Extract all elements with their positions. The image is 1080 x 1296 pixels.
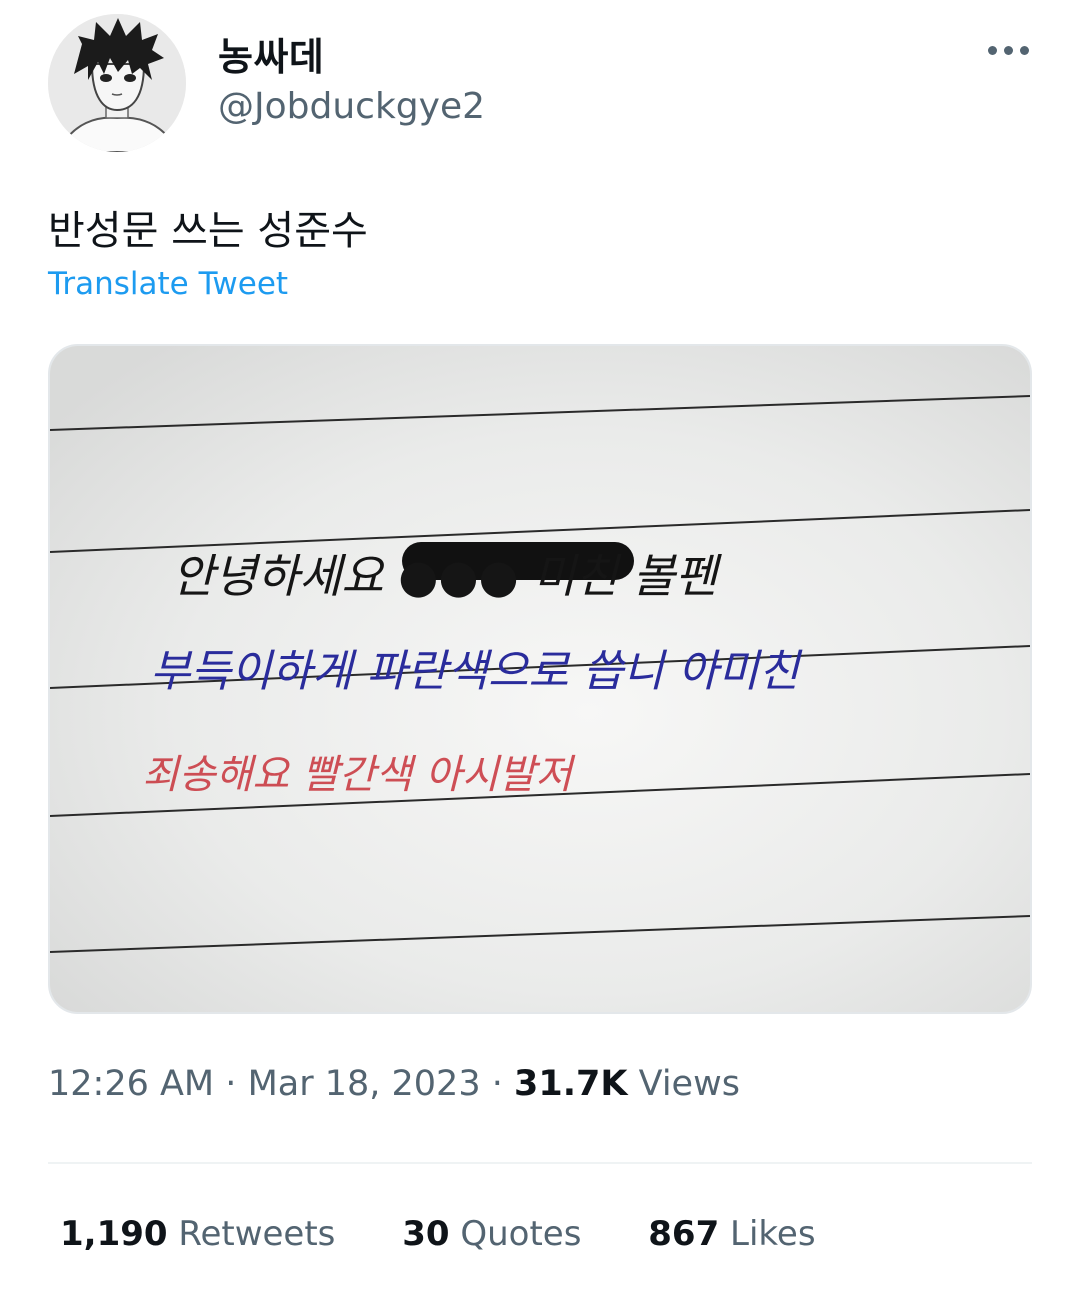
likes-count: 867 (648, 1214, 720, 1254)
meta-separator: · (491, 1064, 503, 1104)
quotes-count: 30 (402, 1214, 450, 1254)
anime-character-avatar-icon (48, 14, 186, 152)
display-name[interactable]: 농싸데 (218, 26, 324, 81)
translate-tweet-link[interactable]: Translate Tweet (48, 266, 288, 302)
retweets-label: Retweets (178, 1214, 336, 1254)
views-label: Views (638, 1064, 740, 1104)
avatar[interactable] (48, 14, 186, 152)
tweet-time[interactable]: 12:26 AM (48, 1064, 214, 1104)
retweets-stat[interactable]: 1,190 Retweets (60, 1214, 335, 1254)
tweet-metadata: 12:26 AM · Mar 18, 2023 · 31.7K Views (48, 1064, 740, 1104)
likes-stat[interactable]: 867 Likes (648, 1214, 815, 1254)
likes-label: Likes (730, 1214, 816, 1254)
handwriting-line-3: 죄송해요 빨간색 아시발저 (142, 752, 576, 798)
tweet-detail: 농싸데 @Jobduckgye2 반성문 쓰는 성준수 Translate Tw… (0, 0, 1080, 1296)
meta-separator: · (225, 1064, 237, 1104)
notebook-photo: 안녕하세요 ●●● 미친 볼펜 부득이하게 파란색으로 씁니 아미친 죄송해요 … (50, 346, 1030, 1012)
quotes-label: Quotes (460, 1214, 582, 1254)
more-dot (1019, 45, 1029, 55)
divider (48, 1162, 1032, 1164)
more-horizontal-icon (987, 45, 997, 55)
more-dot (1003, 45, 1013, 55)
handwriting-line-1: 안녕하세요 ●●● 미친 볼펜 (172, 549, 722, 603)
user-handle[interactable]: @Jobduckgye2 (218, 86, 485, 127)
tweet-date[interactable]: Mar 18, 2023 (248, 1064, 481, 1104)
tweet-text: 반성문 쓰는 성준수 (48, 208, 368, 254)
retweets-count: 1,190 (60, 1214, 168, 1254)
tweet-media-image[interactable]: 안녕하세요 ●●● 미친 볼펜 부득이하게 파란색으로 씁니 아미친 죄송해요 … (48, 344, 1032, 1014)
views-count: 31.7K (514, 1064, 628, 1104)
handwriting-line-2: 부득이하게 파란색으로 씁니 아미친 (150, 646, 803, 697)
quotes-stat[interactable]: 30 Quotes (402, 1214, 581, 1254)
engagement-stats: 1,190 Retweets 30 Quotes 867 Likes (60, 1214, 872, 1254)
more-options-button[interactable] (980, 30, 1036, 70)
